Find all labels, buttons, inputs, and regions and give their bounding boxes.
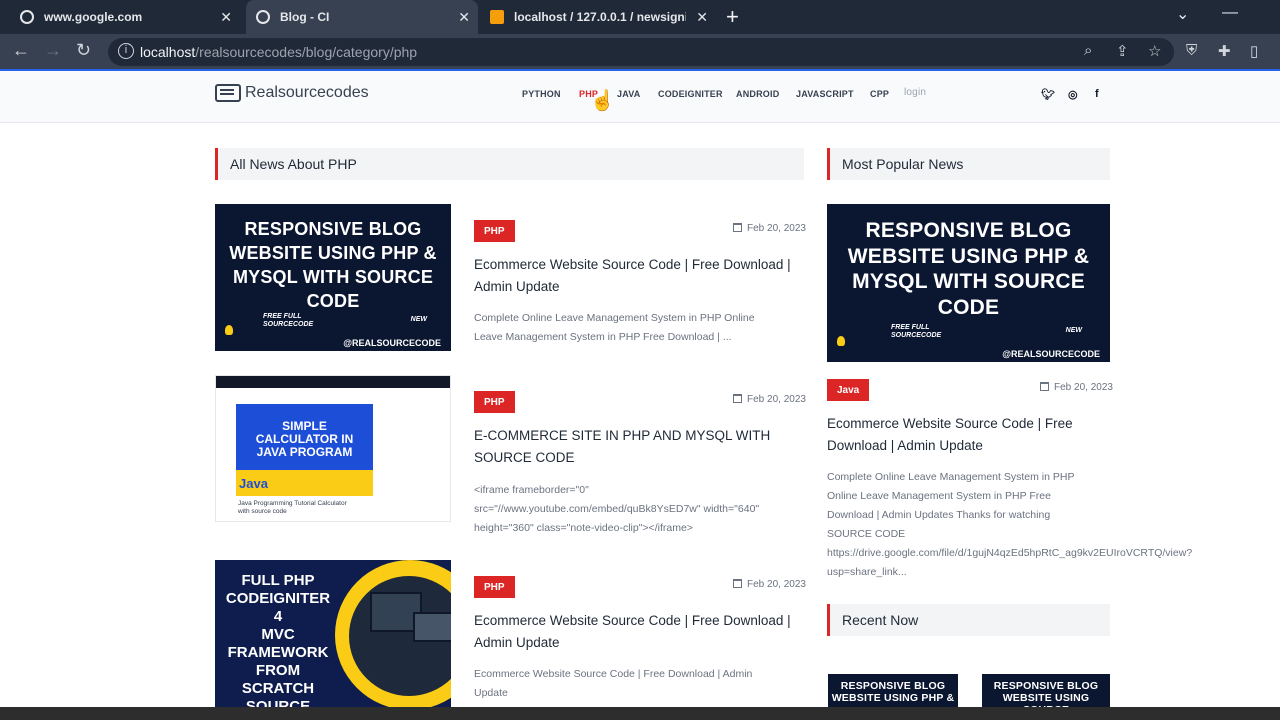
address-toolbar: ← → ↻ i localhost/realsourcecodes/blog/c… <box>0 34 1280 70</box>
browser-tab-bar: www.google.com ✕ Blog - CI ✕ localhost /… <box>0 0 1280 34</box>
calendar-icon <box>733 223 742 232</box>
reload-icon[interactable]: ↻ <box>76 40 91 61</box>
post-date: Feb 20, 2023 <box>733 223 806 234</box>
nav-javascript[interactable]: JAVASCRIPT <box>796 89 854 99</box>
bulb-icon <box>225 325 233 335</box>
recent-thumbnail[interactable]: RESPONSIVE BLOG WEBSITE USING SOURCE <box>982 674 1110 708</box>
post-excerpt: Ecommerce Website Source Code | Free Dow… <box>474 668 753 699</box>
share-icon[interactable]: ⇪ <box>1116 42 1129 60</box>
taskbar <box>0 707 1280 720</box>
url-bar[interactable]: i localhost/realsourcecodes/blog/categor… <box>108 38 1174 66</box>
recent-thumbnail[interactable]: RESPONSIVE BLOG WEBSITE USING PHP & <box>828 674 958 708</box>
post-thumbnail[interactable]: FULL PHP CODEIGNITER 4 MVC FRAMEWORK FRO… <box>215 560 451 707</box>
category-badge[interactable]: PHP <box>474 576 515 598</box>
calendar-icon <box>733 579 742 588</box>
new-tab-button[interactable]: + <box>726 4 739 30</box>
post-date: Feb 20, 2023 <box>733 579 806 590</box>
extensions-icon[interactable]: ✚ <box>1218 42 1231 60</box>
nav-cpp[interactable]: CPP <box>870 89 889 99</box>
back-icon[interactable]: ← <box>12 40 30 61</box>
facebook-icon[interactable]: f <box>1095 88 1099 100</box>
bookmark-star-icon[interactable]: ☆ <box>1148 42 1161 60</box>
post-title[interactable]: Ecommerce Website Source Code | Free Dow… <box>474 610 809 654</box>
post-thumbnail[interactable]: RESPONSIVE BLOG WEBSITE USING PHP & MYSQ… <box>215 204 451 351</box>
site-info-icon[interactable]: i <box>118 43 134 59</box>
close-icon[interactable]: ✕ <box>220 9 232 26</box>
category-badge[interactable]: PHP <box>474 391 515 413</box>
category-badge[interactable]: PHP <box>474 220 515 242</box>
instagram-icon[interactable]: ◎ <box>1068 88 1078 101</box>
bulb-icon <box>837 336 845 346</box>
post-excerpt: <iframe frameborder="0" src="//www.youtub… <box>474 484 760 534</box>
post-date: Feb 20, 2023 <box>1040 382 1113 393</box>
minimize-button[interactable]: — <box>1222 4 1238 22</box>
forward-icon[interactable]: → <box>44 40 62 61</box>
tab-blog[interactable]: Blog - CI ✕ <box>246 0 478 34</box>
section-header-popular: Most Popular News <box>827 148 1110 180</box>
post-date: Feb 20, 2023 <box>733 394 806 405</box>
twitter-icon[interactable]: 🐦︎ <box>1041 88 1055 101</box>
site-header: Realsourcecodes PYTHON PHP JAVA CODEIGNI… <box>0 71 1280 123</box>
globe-icon <box>256 10 270 24</box>
section-header-recent: Recent Now <box>827 604 1110 636</box>
popular-thumbnail[interactable]: RESPONSIVE BLOG WEBSITE USING PHP & MYSQ… <box>827 204 1110 362</box>
nav-python[interactable]: PYTHON <box>522 89 561 99</box>
post-title[interactable]: E-COMMERCE SITE IN PHP AND MYSQL WITH SOU… <box>474 425 809 469</box>
tab-title: localhost / 127.0.0.1 / newsignite <box>514 10 686 24</box>
popular-title[interactable]: Ecommerce Website Source Code | Free Down… <box>827 413 1117 457</box>
tab-search-icon[interactable]: ⌄ <box>1176 4 1189 24</box>
tab-phpmyadmin[interactable]: localhost / 127.0.0.1 / newsignite ✕ <box>480 0 716 34</box>
nav-login[interactable]: login <box>904 87 926 98</box>
category-badge[interactable]: Java <box>827 379 870 401</box>
nav-codeigniter[interactable]: CODEIGNITER <box>658 89 723 99</box>
calendar-icon <box>733 394 742 403</box>
close-icon[interactable]: ✕ <box>696 9 708 26</box>
section-header-php: All News About PHP <box>215 148 804 180</box>
close-icon[interactable]: ✕ <box>458 9 470 26</box>
nav-android[interactable]: ANDROID <box>736 89 779 99</box>
zoom-icon[interactable]: ⌕ <box>1084 42 1092 59</box>
logo-icon <box>215 84 241 102</box>
post-excerpt: Complete Online Leave Management System … <box>474 312 755 343</box>
popular-excerpt: Complete Online Leave Management System … <box>827 471 1193 578</box>
tab-title: www.google.com <box>44 10 143 24</box>
site-logo[interactable]: Realsourcecodes <box>215 84 369 102</box>
post-thumbnail[interactable]: SIMPLE CALCULATOR IN JAVA PROGRAM Java J… <box>215 375 451 522</box>
sidepanel-icon[interactable]: ▯ <box>1250 42 1258 60</box>
globe-icon <box>20 10 34 24</box>
post-title[interactable]: Ecommerce Website Source Code | Free Dow… <box>474 254 809 298</box>
tab-title: Blog - CI <box>280 10 330 24</box>
phpmyadmin-icon <box>490 10 504 24</box>
shield-icon[interactable]: ⛨ <box>1186 42 1197 59</box>
url-text[interactable]: localhost/realsourcecodes/blog/category/… <box>140 44 417 60</box>
calendar-icon <box>1040 382 1049 391</box>
hand-cursor-icon: ☝ <box>590 90 615 112</box>
nav-java[interactable]: JAVA <box>617 89 640 99</box>
tab-google[interactable]: www.google.com ✕ <box>10 0 240 34</box>
